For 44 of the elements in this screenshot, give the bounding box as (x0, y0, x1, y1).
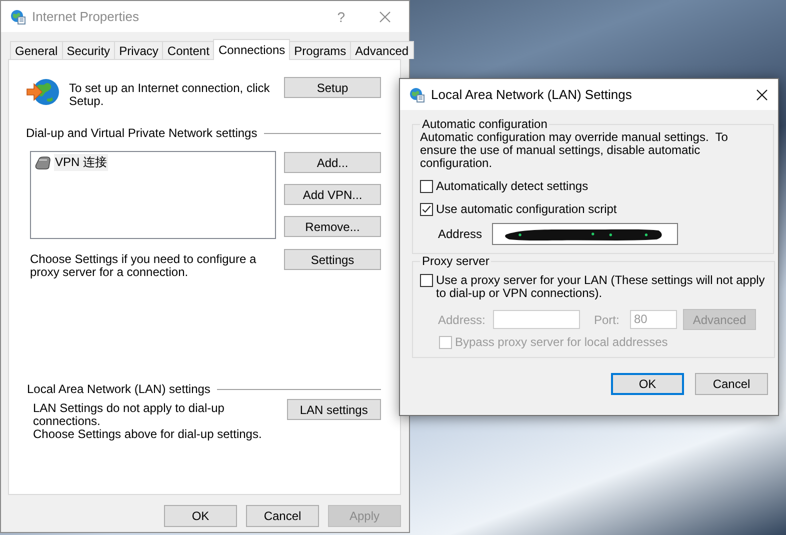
tab[interactable]: Connections (213, 39, 290, 60)
connection-button[interactable]: Add... (284, 152, 381, 173)
phone-icon (35, 156, 51, 170)
window-title: Internet Properties (32, 9, 139, 24)
group-heading: Proxy server (421, 254, 490, 268)
checkbox-label: Use a proxy server for your LAN (These settings will not apply to dial-up or VPN connections). (436, 274, 766, 300)
lan-settings-button[interactable]: LAN settings (286, 399, 381, 420)
field-label: Address: (438, 312, 486, 326)
section-heading: Dial-up and Virtual Private Network settings (26, 126, 258, 140)
checkbox-label: Use automatic configuration script (436, 202, 617, 216)
group-heading: Automatic configuration (421, 117, 548, 131)
proxy-note: Choose Settings if you need to configure a proxy server for a connection. (30, 253, 258, 279)
lan-note: LAN Settings do not apply to dial-up connections. (33, 402, 226, 428)
checkbox[interactable] (420, 180, 433, 192)
connection-item[interactable]: VPN 连接 (54, 154, 108, 171)
checkbox-label: Automatically detect settings (436, 179, 588, 193)
globe-document-icon (409, 86, 425, 102)
tab[interactable]: Privacy (114, 41, 164, 59)
address-field[interactable] (492, 223, 678, 245)
tab[interactable]: Advanced (350, 41, 414, 59)
tab[interactable]: General (10, 41, 63, 59)
close-button[interactable] (754, 86, 770, 102)
dialog-title: Local Area Network (LAN) Settings (431, 87, 632, 102)
setup-instructions: To set up an Internet connection, click Setup. (69, 82, 271, 108)
globe-document-icon (10, 8, 26, 24)
tab[interactable]: Programs (289, 41, 352, 59)
field-label: Port: (594, 312, 620, 326)
dialog-button[interactable]: Cancel (246, 505, 319, 527)
dialog-button[interactable]: OK (611, 373, 684, 395)
field-label: Address (438, 227, 484, 241)
auto-config-description: Automatic configuration may override manual settings. To ensure the use of manual settings, disable automatic configuration. (420, 131, 729, 170)
lan-note: Choose Settings above for dial-up settings. (33, 428, 263, 441)
settings-button[interactable]: Settings (284, 249, 381, 270)
setup-button[interactable]: Setup (284, 77, 381, 98)
checkbox-label: Bypass proxy server for local addresses (455, 335, 668, 349)
globe-arrow-icon (26, 77, 60, 107)
connection-button[interactable]: Remove... (284, 216, 381, 237)
dialog-button[interactable]: Cancel (695, 373, 768, 395)
dialog-button[interactable]: OK (164, 505, 237, 527)
connection-button[interactable]: Add VPN... (284, 184, 381, 205)
tab[interactable]: Security (62, 41, 116, 59)
connections-list[interactable]: VPN 连接 (30, 151, 276, 239)
checkbox[interactable] (420, 202, 433, 216)
section-heading: Local Area Network (LAN) settings (27, 382, 210, 396)
